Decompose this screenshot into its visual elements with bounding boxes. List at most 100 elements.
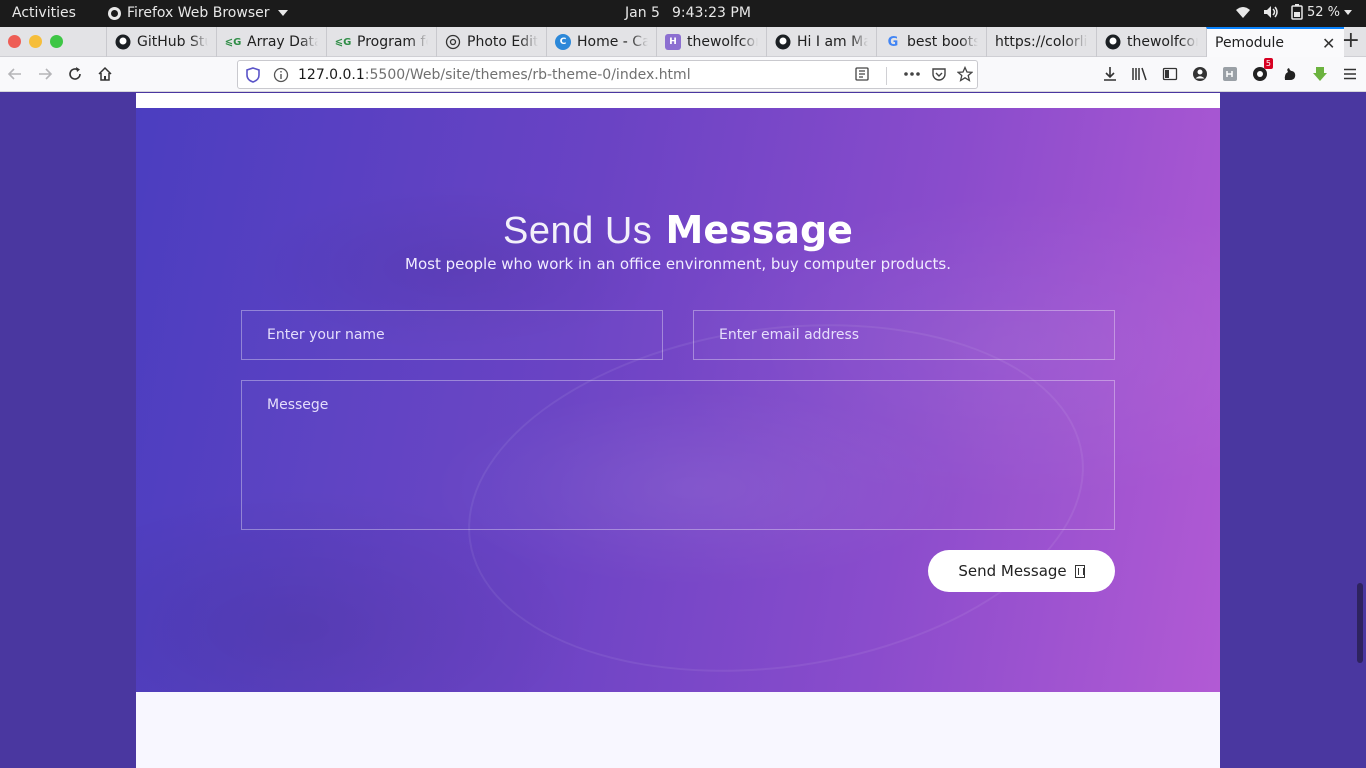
forward-button[interactable] <box>35 64 55 84</box>
tabs: GitHub Stu ⩽G Array Data ⩽G Program fo P… <box>106 27 1344 57</box>
url-bar[interactable]: 127.0.0.1:5500/Web/site/themes/rb-theme-… <box>237 60 978 89</box>
clock-time: 9:43:23 PM <box>671 5 751 21</box>
tab-label: thewolfcon <box>687 34 758 50</box>
section-subtitle: Most people who work in an office enviro… <box>405 255 951 273</box>
title-light: Send Us <box>503 210 653 252</box>
email-input[interactable] <box>693 310 1115 360</box>
bookmark-star-icon[interactable] <box>956 65 974 86</box>
window-controls <box>8 35 63 48</box>
home-button[interactable] <box>95 64 115 84</box>
tracking-protection-icon[interactable] <box>246 67 260 87</box>
battery-percent: 52 % <box>1306 4 1340 20</box>
section-title: Send Us Message <box>136 208 1220 253</box>
firefox-icon <box>108 6 121 20</box>
notification-badge: 5 <box>1263 58 1273 69</box>
google-icon: G <box>887 34 899 50</box>
page-scrollbar-thumb[interactable] <box>1357 583 1363 663</box>
tab-active[interactable]: Pemodule ✕ <box>1206 27 1344 57</box>
hamburger-menu-icon[interactable] <box>1340 64 1360 84</box>
geeksforgeeks-icon: ⩽G <box>334 36 352 48</box>
name-input[interactable] <box>241 310 663 360</box>
reader-view-icon[interactable] <box>854 66 870 86</box>
geeksforgeeks-icon: ⩽G <box>224 36 242 48</box>
tab[interactable]: thewolfcon <box>1096 27 1206 57</box>
downloads-icon[interactable] <box>1100 64 1120 84</box>
pocket-icon[interactable] <box>931 66 947 86</box>
tab-label: Home - Ca <box>577 34 648 50</box>
github-icon <box>115 34 131 50</box>
page-section-top <box>136 93 1220 108</box>
page-viewport: Send Us Message Most people who work in … <box>0 93 1366 768</box>
maximize-window-button[interactable] <box>50 35 63 48</box>
clock-date: Jan 5 <box>625 5 660 21</box>
tab-label: Array Data <box>247 34 318 50</box>
extension-notifications-icon[interactable]: 5 <box>1250 58 1273 84</box>
toolbar-right: 5 <box>1100 58 1360 84</box>
battery-icon <box>1291 4 1303 20</box>
tab-label: https://colorlib <box>995 34 1088 50</box>
system-top-bar: Activities Firefox Web Browser Jan 5 9:4… <box>0 0 1366 27</box>
back-button[interactable] <box>5 64 25 84</box>
github-icon <box>1105 34 1121 50</box>
tab[interactable]: G best boots <box>876 27 986 57</box>
sidebar-icon[interactable] <box>1160 64 1180 84</box>
send-message-button[interactable]: Send Message <box>928 550 1115 592</box>
account-icon[interactable] <box>1190 64 1210 84</box>
h-icon: H <box>665 34 681 50</box>
url-text[interactable]: 127.0.0.1:5500/Web/site/themes/rb-theme-… <box>298 67 691 83</box>
activities-button[interactable]: Activities <box>12 5 76 21</box>
canva-icon: C <box>555 34 571 50</box>
minimize-window-button[interactable] <box>29 35 42 48</box>
reload-button[interactable] <box>65 64 85 84</box>
nav-bar: 127.0.0.1:5500/Web/site/themes/rb-theme-… <box>0 57 1366 92</box>
chevron-down-icon <box>1344 9 1352 15</box>
contact-section: Send Us Message Most people who work in … <box>136 108 1220 692</box>
more-actions-icon[interactable] <box>903 66 921 86</box>
clock[interactable]: Jan 5 9:43:23 PM <box>625 5 751 21</box>
app-name: Firefox Web Browser <box>127 5 270 21</box>
url-host: 127.0.0.1 <box>298 67 365 83</box>
close-tab-icon[interactable]: ✕ <box>1322 34 1336 53</box>
tab-label: thewolfcon <box>1127 34 1198 50</box>
tab-label: Hi I am Ma <box>797 34 868 50</box>
reload-icon <box>69 67 81 80</box>
aperture-icon <box>445 34 461 50</box>
url-path: :5500/Web/site/themes/rb-theme-0/index.h… <box>364 67 691 83</box>
send-message-label: Send Message <box>958 562 1067 580</box>
tab[interactable]: ⩽G Program fo <box>326 27 436 57</box>
tab-label: Pemodule <box>1215 35 1285 51</box>
tab[interactable]: H thewolfcon <box>656 27 766 57</box>
page-section-bottom <box>136 692 1220 768</box>
tab[interactable]: Hi I am Ma <box>766 27 876 57</box>
chevron-down-icon <box>277 10 288 16</box>
url-bar-actions <box>854 65 974 86</box>
download-helper-icon[interactable] <box>1310 64 1330 84</box>
tab-label: best boots <box>907 34 978 50</box>
gnome-extension-icon[interactable] <box>1280 64 1300 84</box>
tab[interactable]: https://colorlib <box>986 27 1096 57</box>
extension-icon[interactable] <box>1220 64 1240 84</box>
close-window-button[interactable] <box>8 35 21 48</box>
tab-strip: GitHub Stu ⩽G Array Data ⩽G Program fo P… <box>0 27 1366 57</box>
tab-label: Photo Edit <box>467 34 538 50</box>
wifi-icon <box>1235 4 1251 20</box>
github-icon <box>775 34 791 50</box>
battery-indicator: 52 % <box>1291 4 1352 20</box>
arrow-right-icon <box>39 68 53 80</box>
tab[interactable]: Photo Edit <box>436 27 546 57</box>
app-menu[interactable]: Firefox Web Browser <box>108 5 288 21</box>
site-info-icon[interactable] <box>273 67 289 87</box>
tab-label: GitHub Stu <box>137 34 208 50</box>
tab-label: Program fo <box>357 34 428 50</box>
library-icon[interactable] <box>1130 64 1150 84</box>
volume-icon <box>1263 4 1279 20</box>
message-textarea[interactable] <box>241 380 1115 530</box>
tab[interactable]: ⩽G Array Data <box>216 27 326 57</box>
new-tab-button[interactable]: + <box>1342 30 1360 52</box>
send-icon <box>1074 564 1085 578</box>
system-tray[interactable]: 52 % <box>1235 4 1352 20</box>
tab[interactable]: C Home - Ca <box>546 27 656 57</box>
title-bold: Message <box>665 208 853 252</box>
tab[interactable]: GitHub Stu <box>106 27 216 57</box>
home-icon <box>98 66 112 81</box>
